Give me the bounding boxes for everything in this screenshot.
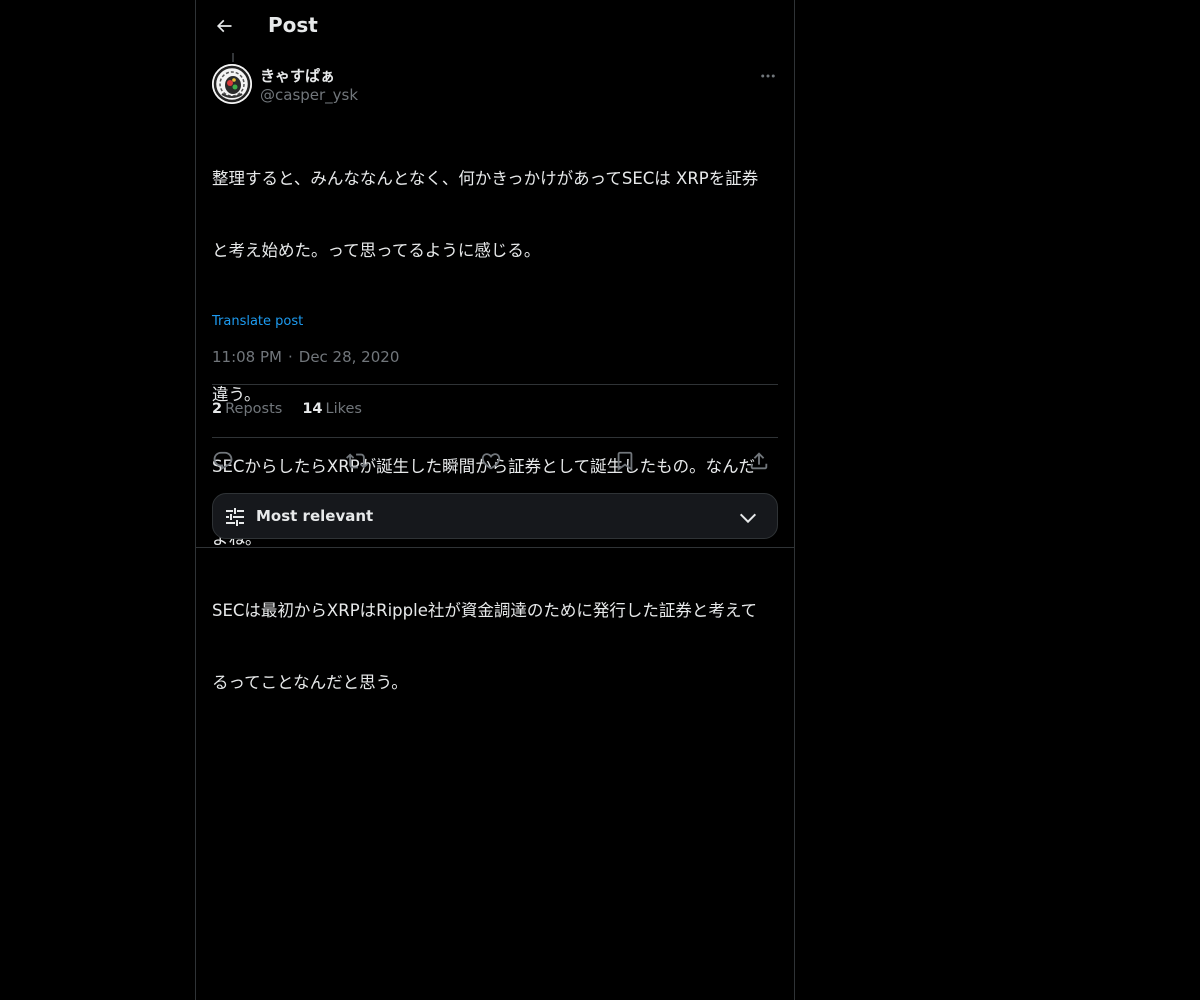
- post-text-line: るってことなんだと思う。: [212, 673, 408, 692]
- post-author: きゃすぱぁ @casper_ysk: [212, 64, 778, 108]
- chevron-down-icon: [739, 513, 757, 524]
- reply-button[interactable]: [210, 448, 236, 474]
- post-text-line: SECは最初からXRPはRipple社が資金調達のために発行した証券と考えて: [212, 601, 758, 620]
- more-horizontal-icon: [761, 74, 775, 78]
- post-timestamp[interactable]: 11:08 PM · Dec 28, 2020: [212, 348, 399, 366]
- arrow-left-icon: [216, 19, 232, 33]
- repost-button[interactable]: [344, 448, 370, 474]
- reposts-count: 2: [212, 401, 223, 417]
- avatar[interactable]: [212, 64, 252, 104]
- post-column: Post きゃすぱぁ @casper_ysk 整理すると、みんななんとなく、何か…: [195, 0, 795, 1000]
- avatar-image: [212, 64, 252, 104]
- post-text-line: 整理すると、みんななんとなく、何かきっかけがあってSECは XRPを証券: [212, 169, 759, 188]
- post-stats: 2 Reposts 14 Likes: [212, 401, 362, 417]
- reposts-stat[interactable]: 2 Reposts: [212, 401, 282, 417]
- back-button[interactable]: [210, 12, 238, 40]
- post-header: Post: [196, 0, 794, 53]
- sliders-icon: [226, 508, 244, 526]
- reply-sort-dropdown[interactable]: Most relevant: [212, 493, 778, 539]
- divider: [212, 437, 778, 438]
- divider: [196, 547, 794, 548]
- reply-icon: [213, 451, 233, 470]
- page-title: Post: [268, 13, 318, 37]
- post-date: Dec 28, 2020: [298, 348, 400, 366]
- translate-post-link[interactable]: Translate post: [212, 314, 303, 329]
- post-time: 11:08 PM: [212, 348, 282, 366]
- reposts-label: Reposts: [225, 401, 283, 417]
- like-icon: [481, 453, 501, 470]
- share-button[interactable]: [746, 448, 772, 474]
- divider: [212, 384, 778, 385]
- thread-connector-line: [232, 53, 234, 62]
- author-handle[interactable]: @casper_ysk: [260, 86, 358, 104]
- post-text-line: と考え始めた。って思ってるように感じる。: [212, 241, 541, 260]
- more-options-button[interactable]: [758, 66, 778, 86]
- share-icon: [750, 452, 768, 470]
- sort-label: Most relevant: [256, 507, 374, 525]
- likes-stat[interactable]: 14 Likes: [302, 401, 362, 417]
- bookmark-button[interactable]: [612, 448, 638, 474]
- timestamp-separator: ·: [287, 348, 293, 366]
- likes-label: Likes: [325, 401, 362, 417]
- bookmark-icon: [617, 451, 633, 472]
- author-name[interactable]: きゃすぱぁ: [260, 65, 335, 86]
- post-text: 整理すると、みんななんとなく、何かきっかけがあってSECは XRPを証券 と考え…: [212, 119, 778, 743]
- post-actions: [212, 448, 778, 474]
- repost-icon: [346, 453, 368, 469]
- likes-count: 14: [302, 401, 323, 417]
- like-button[interactable]: [478, 448, 504, 474]
